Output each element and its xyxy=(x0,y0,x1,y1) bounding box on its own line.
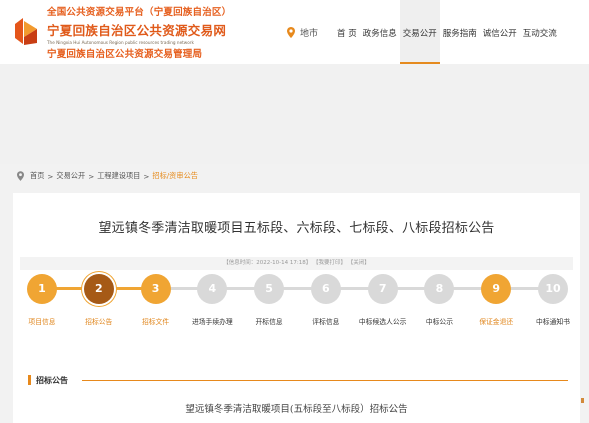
print-link[interactable]: 【我要打印】 xyxy=(313,260,346,266)
section-header: 招标公告 xyxy=(28,374,568,386)
notice-title: 望远镇冬季清洁取暖项目(五标段至八标段）招标公告 xyxy=(185,404,408,415)
step-connector xyxy=(339,287,369,290)
breadcrumb-separator: > xyxy=(88,171,95,181)
nav-item[interactable]: 政务信息 xyxy=(360,0,400,64)
step-connector xyxy=(226,287,256,290)
scroll-indicator[interactable] xyxy=(581,398,584,403)
article-info-bar: 【信息时间：2022-10-14 17:18】 【我要打印】 【关闭】 xyxy=(20,257,573,270)
banner-area xyxy=(0,64,589,164)
location-pin-icon xyxy=(17,171,24,181)
breadcrumb-separator: > xyxy=(47,171,54,181)
step-label[interactable]: 开标信息 xyxy=(239,318,299,327)
city-selector[interactable]: 地市 xyxy=(287,26,318,39)
logo-site-name: 宁夏回族自治区公共资源交易网 xyxy=(47,23,227,38)
logo-text[interactable]: 全国公共资源交易平台（宁夏回族自治区） 宁夏回族自治区公共资源交易网 The N… xyxy=(47,4,247,60)
step-label[interactable]: 进场手续办理 xyxy=(182,318,242,327)
step-circle[interactable]: 9 xyxy=(481,274,512,304)
step-circle[interactable]: 6 xyxy=(310,274,341,304)
info-time: 【信息时间：2022-10-14 17:18】 xyxy=(223,260,312,266)
nav-item[interactable]: 服务指南 xyxy=(440,0,480,64)
step-connector xyxy=(453,287,483,290)
breadcrumb-item[interactable]: 工程建设项目 xyxy=(97,171,140,181)
location-pin-icon xyxy=(287,27,295,38)
breadcrumb-item[interactable]: 首页 xyxy=(30,171,44,181)
step-connector xyxy=(169,287,199,290)
main-nav: 首 页政务信息 交易公开 服务指南 诚信公开 互动交流 xyxy=(334,0,560,64)
breadcrumb-item[interactable]: 招标/资审公告 xyxy=(152,171,198,181)
nav-item[interactable]: 互动交流 xyxy=(520,0,560,64)
step-circle[interactable]: 1 xyxy=(27,274,57,304)
progress-steps: 1 项目信息 2 招标公告 3 招标文件 4 进场手续办理 5 开标信息 6 评标信息 7 中标候选人公示… xyxy=(13,270,580,330)
city-label: 地市 xyxy=(300,29,319,39)
breadcrumb-item[interactable]: 交易公开 xyxy=(56,171,85,181)
section-marker xyxy=(28,375,31,385)
section-divider xyxy=(82,380,568,381)
close-link[interactable]: 【关闭】 xyxy=(348,260,370,266)
step-label[interactable]: 中标通知书 xyxy=(523,318,583,327)
step-connector xyxy=(56,287,85,290)
content-card: 望远镇冬季清洁取暖项目五标段、六标段、七标段、八标段招标公告 【信息时间：202… xyxy=(13,193,580,423)
step-label[interactable]: 中标候选人公示 xyxy=(353,318,413,327)
section-title: 招标公告 xyxy=(36,376,68,385)
step-circle[interactable]: 7 xyxy=(367,274,398,304)
step-label[interactable]: 招标公告 xyxy=(69,318,129,327)
article-title: 望远镇冬季清洁取暖项目五标段、六标段、七标段、八标段招标公告 xyxy=(98,221,495,236)
step-circle[interactable]: 5 xyxy=(254,274,285,304)
logo-agency-name: 宁夏回族自治区公共资源交易管理局 xyxy=(47,49,203,60)
step-circle[interactable]: 4 xyxy=(197,274,228,304)
logo-icon[interactable] xyxy=(12,15,40,47)
nav-item[interactable]: 交易公开 xyxy=(399,0,440,64)
step-label[interactable]: 项目信息 xyxy=(12,318,72,327)
logo-english-name: The Ningxia Hui Autonomous Region public… xyxy=(47,40,194,45)
step-connector xyxy=(396,287,426,290)
step-label[interactable]: 保证金退还 xyxy=(466,318,526,327)
step-label[interactable]: 评标信息 xyxy=(296,318,356,327)
step-connector xyxy=(510,287,539,290)
step-circle[interactable]: 2 xyxy=(83,274,114,304)
site-header: 全国公共资源交易平台（宁夏回族自治区） 宁夏回族自治区公共资源交易网 The N… xyxy=(0,0,589,64)
nav-item[interactable]: 首 页 xyxy=(334,0,360,64)
step-connector xyxy=(112,287,142,290)
step-circle[interactable]: 3 xyxy=(140,274,171,304)
logo-platform-name: 全国公共资源交易平台（宁夏回族自治区） xyxy=(47,7,232,18)
step-circle[interactable]: 8 xyxy=(424,274,455,304)
step-label[interactable]: 招标文件 xyxy=(126,318,186,327)
step-connector xyxy=(283,287,312,290)
breadcrumb-separator: > xyxy=(143,171,150,181)
breadcrumb: 首页 > 交易公开 > 工程建设项目 > 招标/资审公告 xyxy=(17,171,198,181)
step-circle[interactable]: 10 xyxy=(538,274,568,304)
nav-item[interactable]: 诚信公开 xyxy=(480,0,520,64)
step-label[interactable]: 中标公示 xyxy=(409,318,469,327)
